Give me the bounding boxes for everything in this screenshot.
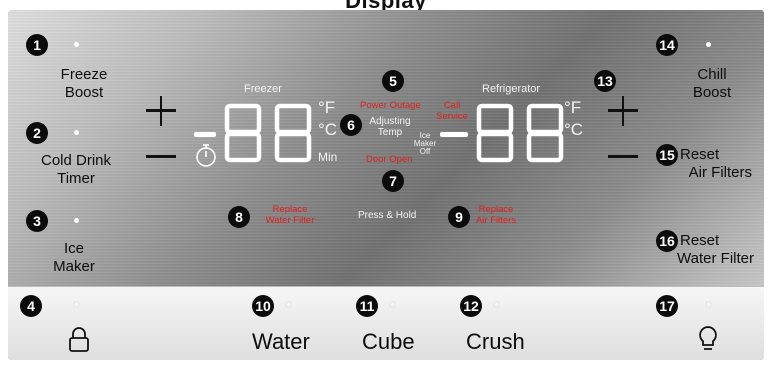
call-service-line-1: Call <box>443 100 461 111</box>
badge-5: 5 <box>382 70 404 92</box>
ice-maker-off-line-3: Off <box>419 147 431 156</box>
replace-air-line-1: Replace <box>478 204 514 215</box>
badge-11: 11 <box>356 295 378 317</box>
reset-air-label-1: Reset <box>680 146 720 163</box>
reset-water-label-2: Water Filter <box>677 250 754 267</box>
door-open-label: Door Open <box>366 154 413 165</box>
display-panel: 1 Freeze Boost 2 Cold Drink Timer 3 Ice … <box>8 10 764 360</box>
replace-air-filters-label: Replace Air Filters <box>470 204 522 226</box>
freezer-minus-button[interactable] <box>146 142 176 172</box>
reset-air-filters-button[interactable]: Reset Air Filters <box>656 146 752 182</box>
badge-9: 9 <box>448 206 470 228</box>
badge-12: 12 <box>460 295 482 317</box>
badge-2: 2 <box>26 122 48 144</box>
call-service-label: Call Service <box>434 100 470 122</box>
badge-14: 14 <box>656 34 678 56</box>
badge-1: 1 <box>26 34 48 56</box>
ice-maker-off-label: Ice Maker Off <box>410 132 440 156</box>
freezer-unit-min: Min <box>318 150 338 164</box>
stopwatch-icon <box>194 142 218 168</box>
water-indicator <box>286 302 291 307</box>
badge-10: 10 <box>252 295 274 317</box>
crush-indicator <box>494 302 499 307</box>
refrigerator-unit-c: °C <box>564 120 584 139</box>
call-service-line-2: Service <box>436 111 468 122</box>
freeze-boost-label-2: Boost <box>64 84 104 101</box>
power-outage-label: Power Outage <box>360 100 421 111</box>
freezer-plus-button[interactable] <box>146 96 176 126</box>
cube-button[interactable]: Cube <box>362 329 415 355</box>
header-title-fragment: Display <box>345 0 427 13</box>
dispenser-strip: 4 10 Water 11 Cube 12 Crush 17 <box>8 286 764 360</box>
freezer-digits <box>222 102 316 164</box>
freeze-boost-button[interactable]: Freeze Boost <box>44 66 124 102</box>
press-hold-label: Press & Hold <box>358 210 417 221</box>
freezer-unit-f: °F <box>318 98 336 117</box>
replace-air-line-2: Air Filters <box>475 215 517 226</box>
badge-13: 13 <box>594 70 616 92</box>
reset-air-label-2: Air Filters <box>688 164 752 181</box>
cold-drink-timer-button[interactable]: Cold Drink Timer <box>26 152 126 188</box>
badge-6: 6 <box>340 114 362 136</box>
refrigerator-dash <box>440 132 468 138</box>
cold-drink-label-1: Cold Drink <box>40 152 112 169</box>
cube-indicator <box>390 302 395 307</box>
cold-drink-label-2: Timer <box>57 170 95 187</box>
freeze-boost-indicator <box>74 42 79 47</box>
badge-4: 4 <box>20 295 42 317</box>
refrigerator-plus-button[interactable] <box>608 96 638 126</box>
badge-7: 7 <box>382 170 404 192</box>
adjusting-line-2: Temp <box>377 127 403 138</box>
chill-boost-label-2: Boost <box>692 84 732 101</box>
ice-maker-label-2: Maker <box>53 258 95 275</box>
lock-icon[interactable] <box>68 327 90 353</box>
replace-water-line-2: Water Filter <box>265 215 315 226</box>
refrigerator-unit-f: °F <box>564 98 582 117</box>
reset-water-label-1: Reset <box>680 232 720 249</box>
light-bulb-icon[interactable] <box>698 325 718 353</box>
cold-drink-timer-indicator <box>74 130 79 135</box>
chill-boost-label-1: Chill <box>697 66 727 83</box>
water-button[interactable]: Water <box>252 329 310 355</box>
badge-3: 3 <box>26 210 48 232</box>
adjusting-temp-label: Adjusting Temp <box>368 116 412 138</box>
replace-water-line-1: Replace <box>272 204 308 215</box>
crush-button[interactable]: Crush <box>466 329 525 355</box>
ice-maker-button[interactable]: Ice Maker <box>34 240 114 276</box>
adjusting-line-1: Adjusting <box>369 116 411 127</box>
freezer-title: Freezer <box>244 83 282 95</box>
replace-water-filter-label: Replace Water Filter <box>258 204 322 226</box>
control-panel-diagram: Display 1 Freeze Boost 2 Cold Drink Time… <box>0 0 772 372</box>
refrigerator-title: Refrigerator <box>482 83 541 95</box>
freezer-dash <box>194 132 216 138</box>
lock-indicator <box>74 302 79 307</box>
chill-boost-indicator <box>706 42 711 47</box>
refrigerator-minus-button[interactable] <box>608 142 638 172</box>
reset-water-filter-button[interactable]: Reset Water Filter <box>648 232 754 268</box>
badge-8: 8 <box>228 206 250 228</box>
ice-maker-indicator <box>74 218 79 223</box>
badge-17: 17 <box>656 295 678 317</box>
ice-maker-label-1: Ice <box>63 240 84 257</box>
freezer-unit-c: °C <box>318 120 338 139</box>
refrigerator-digits <box>474 102 568 164</box>
light-indicator <box>706 302 711 307</box>
freeze-boost-label-1: Freeze <box>60 66 108 83</box>
chill-boost-button[interactable]: Chill Boost <box>672 66 752 102</box>
